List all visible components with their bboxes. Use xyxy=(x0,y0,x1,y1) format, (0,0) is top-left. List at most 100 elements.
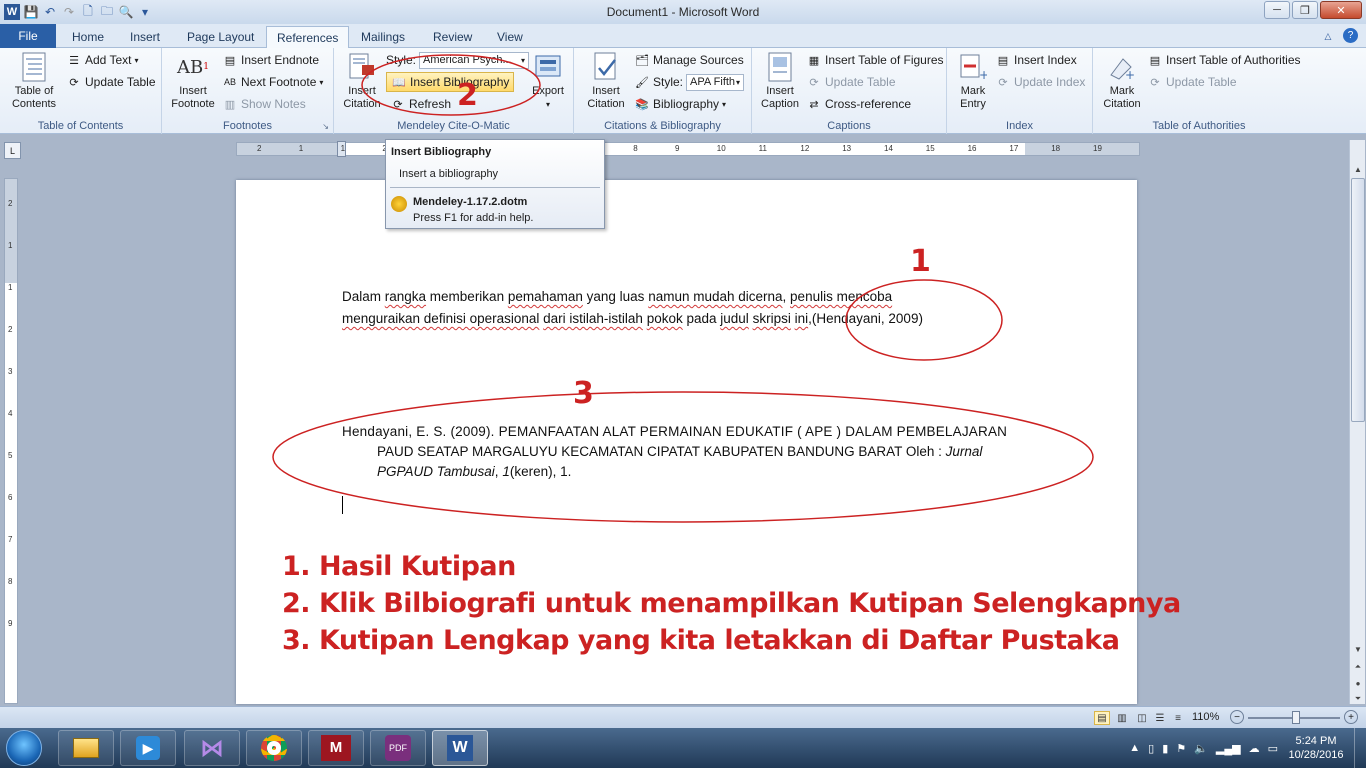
update-table-button[interactable]: ⟳ Update Table xyxy=(66,72,155,92)
horizontal-ruler[interactable]: 2112345678910111213141516171819 xyxy=(236,141,1140,157)
zoom-level[interactable]: 110% xyxy=(1192,711,1219,723)
new-document-icon[interactable]: 🗋 xyxy=(80,4,96,20)
misspelled-word[interactable]: pemahaman xyxy=(508,289,583,304)
tray-cloud-icon[interactable]: ☁ xyxy=(1249,742,1260,755)
mendeley-insert-citation-button[interactable]: Insert Citation xyxy=(340,52,384,111)
insert-index-button[interactable]: ▤ Insert Index xyxy=(995,50,1077,70)
tab-home[interactable]: Home xyxy=(62,26,114,48)
misspelled-word[interactable]: namun mudah dicerna xyxy=(648,289,782,304)
tab-selector[interactable]: L xyxy=(4,142,21,159)
taskbar-chrome-icon[interactable] xyxy=(246,730,302,766)
misspelled-word[interactable]: judul xyxy=(720,311,749,326)
export-button[interactable]: Export ▾ xyxy=(528,52,568,111)
zoom-slider-thumb[interactable] xyxy=(1292,711,1300,724)
taskbar-pdf-icon[interactable]: PDF xyxy=(370,730,426,766)
previous-page-icon[interactable]: ⏶ xyxy=(1351,660,1365,674)
misspelled-word[interactable]: skripsi xyxy=(753,311,791,326)
tab-mailings[interactable]: Mailings xyxy=(351,26,415,48)
update-table-of-authorities-button[interactable]: ⟳ Update Table xyxy=(1147,72,1236,92)
citation-style-dropdown[interactable]: APA Fifth ▾ xyxy=(686,73,745,91)
insert-table-of-figures-button[interactable]: ▦ Insert Table of Figures xyxy=(806,50,944,70)
minimize-ribbon-icon[interactable]: △ xyxy=(1320,28,1336,44)
show-notes-button[interactable]: ▥ Show Notes xyxy=(222,94,306,114)
tray-volume-icon[interactable]: 🔈 xyxy=(1194,742,1208,755)
next-page-icon[interactable]: ⏷ xyxy=(1351,692,1365,706)
misspelled-word[interactable]: pokok xyxy=(647,311,683,326)
redo-icon[interactable]: ↷ xyxy=(61,4,77,20)
taskbar-mendeley-icon[interactable]: M xyxy=(308,730,364,766)
manage-sources-button[interactable]: 🗂 Manage Sources xyxy=(634,50,744,70)
close-button[interactable]: ✕ xyxy=(1320,1,1362,19)
browse-object-icon[interactable]: ● xyxy=(1351,676,1365,690)
insert-endnote-button[interactable]: ▤ Insert Endnote xyxy=(222,50,319,70)
tray-network-adapter-icon[interactable]: ▮ xyxy=(1162,742,1168,755)
update-index-button[interactable]: ⟳ Update Index xyxy=(995,72,1085,92)
print-preview-icon[interactable]: 🔍 xyxy=(118,4,134,20)
misspelled-word[interactable]: penulis mencoba xyxy=(790,289,892,304)
zoom-in-icon[interactable]: + xyxy=(1344,710,1358,724)
vertical-ruler[interactable]: 2 1 1 2 3 4 5 6 7 8 9 xyxy=(4,178,18,704)
maximize-button[interactable]: ❐ xyxy=(1292,1,1318,19)
customize-qat-icon[interactable]: ▾ xyxy=(137,4,153,20)
insert-table-of-authorities-button[interactable]: ▤ Insert Table of Authorities xyxy=(1147,50,1301,70)
insert-caption-button[interactable]: Insert Caption xyxy=(758,52,802,111)
vertical-scrollbar[interactable]: ▲ ▼ ⏶ ● ⏷ xyxy=(1349,140,1365,704)
zoom-out-icon[interactable]: − xyxy=(1230,710,1244,724)
web-layout-icon[interactable]: ◫ xyxy=(1134,711,1150,725)
citation-field[interactable]: ,(Hendayani, 2009) xyxy=(808,311,923,326)
open-icon[interactable]: 🗀 xyxy=(99,4,115,20)
table-of-contents-button[interactable]: Table of Contents xyxy=(6,52,62,111)
tray-battery-icon[interactable]: ▭ xyxy=(1268,742,1278,755)
misspelled-word[interactable]: menguraikan definisi operasional xyxy=(342,311,539,326)
tab-file[interactable]: File xyxy=(0,24,56,48)
mendeley-style-selector[interactable]: Style: American Psych... ▾ xyxy=(386,50,530,70)
mark-entry-button[interactable]: + Mark Entry xyxy=(953,52,993,111)
bibliography-entry-line-3[interactable]: PGPAUD Tambusai, 1(keren), 1. xyxy=(377,461,571,483)
taskbar-explorer-icon[interactable] xyxy=(58,730,114,766)
draft-view-icon[interactable]: ≡ xyxy=(1170,711,1186,725)
dialog-launcher-icon[interactable]: ↘ xyxy=(322,122,329,131)
bibliography-entry-line-1[interactable]: Hendayani, E. S. (2009). PEMANFAATAN ALA… xyxy=(342,421,1007,443)
tray-device-icon[interactable]: ▯ xyxy=(1148,742,1154,755)
scroll-thumb[interactable] xyxy=(1351,178,1365,422)
print-layout-view-icon[interactable]: ▤ xyxy=(1094,711,1110,725)
undo-icon[interactable]: ↶ xyxy=(42,4,58,20)
refresh-button[interactable]: ⟳ Refresh xyxy=(390,94,451,114)
scroll-down-icon[interactable]: ▼ xyxy=(1351,642,1365,656)
show-desktop-button[interactable] xyxy=(1354,728,1366,768)
insert-footnote-button[interactable]: AB 1 Insert Footnote xyxy=(168,52,218,111)
start-button[interactable] xyxy=(6,730,42,766)
tab-references[interactable]: References xyxy=(266,26,350,49)
outline-view-icon[interactable]: ☰ xyxy=(1152,711,1168,725)
tab-review[interactable]: Review xyxy=(423,26,482,48)
taskbar-word-icon[interactable]: W xyxy=(432,730,488,766)
insert-bibliography-button[interactable]: 📖 Insert Bibliography xyxy=(386,72,515,92)
word-logo-icon[interactable]: W xyxy=(4,4,20,20)
misspelled-word[interactable]: rangka xyxy=(385,289,426,304)
save-icon[interactable]: 💾 xyxy=(23,4,39,20)
mark-citation-button[interactable]: + Mark Citation xyxy=(1099,52,1145,111)
help-icon[interactable]: ? xyxy=(1343,28,1358,43)
taskbar-media-player-icon[interactable]: ▶ xyxy=(120,730,176,766)
scroll-up-icon[interactable]: ▲ xyxy=(1351,162,1365,176)
tray-action-center-icon[interactable]: ⚑ xyxy=(1176,742,1186,755)
misspelled-word[interactable]: dari istilah-istilah xyxy=(543,311,643,326)
misspelled-word[interactable]: ini xyxy=(795,311,809,326)
minimize-button[interactable]: ─ xyxy=(1264,1,1290,19)
citation-style-selector[interactable]: 🖌 Style: APA Fifth ▾ xyxy=(634,72,745,92)
bibliography-entry-line-2[interactable]: PAUD SEATAP MARGALUYU KECAMATAN CIPATAT … xyxy=(377,441,982,463)
tray-show-hidden-icon[interactable]: ▲ xyxy=(1129,742,1140,754)
taskbar-clock[interactable]: 5:24 PM 10/28/2016 xyxy=(1284,734,1348,762)
insert-citation-button[interactable]: Insert Citation xyxy=(578,52,634,111)
tray-wifi-icon[interactable]: ▂▄▆ xyxy=(1216,742,1241,755)
mendeley-style-dropdown[interactable]: American Psych... ▾ xyxy=(419,51,530,69)
taskbar-visual-studio-icon[interactable]: ⋈ xyxy=(184,730,240,766)
tab-insert[interactable]: Insert xyxy=(120,26,170,48)
cross-reference-button[interactable]: ⇄ Cross-reference xyxy=(806,94,911,114)
next-footnote-button[interactable]: AB Next Footnote ▾ xyxy=(222,72,323,92)
tab-page-layout[interactable]: Page Layout xyxy=(177,26,264,48)
document-page[interactable]: Dalam rangka memberikan pemahaman yang l… xyxy=(236,180,1181,704)
full-screen-reading-icon[interactable]: ▥ xyxy=(1114,711,1130,725)
update-table-of-figures-button[interactable]: ⟳ Update Table xyxy=(806,72,895,92)
bibliography-button[interactable]: 📚 Bibliography ▾ xyxy=(634,94,726,114)
